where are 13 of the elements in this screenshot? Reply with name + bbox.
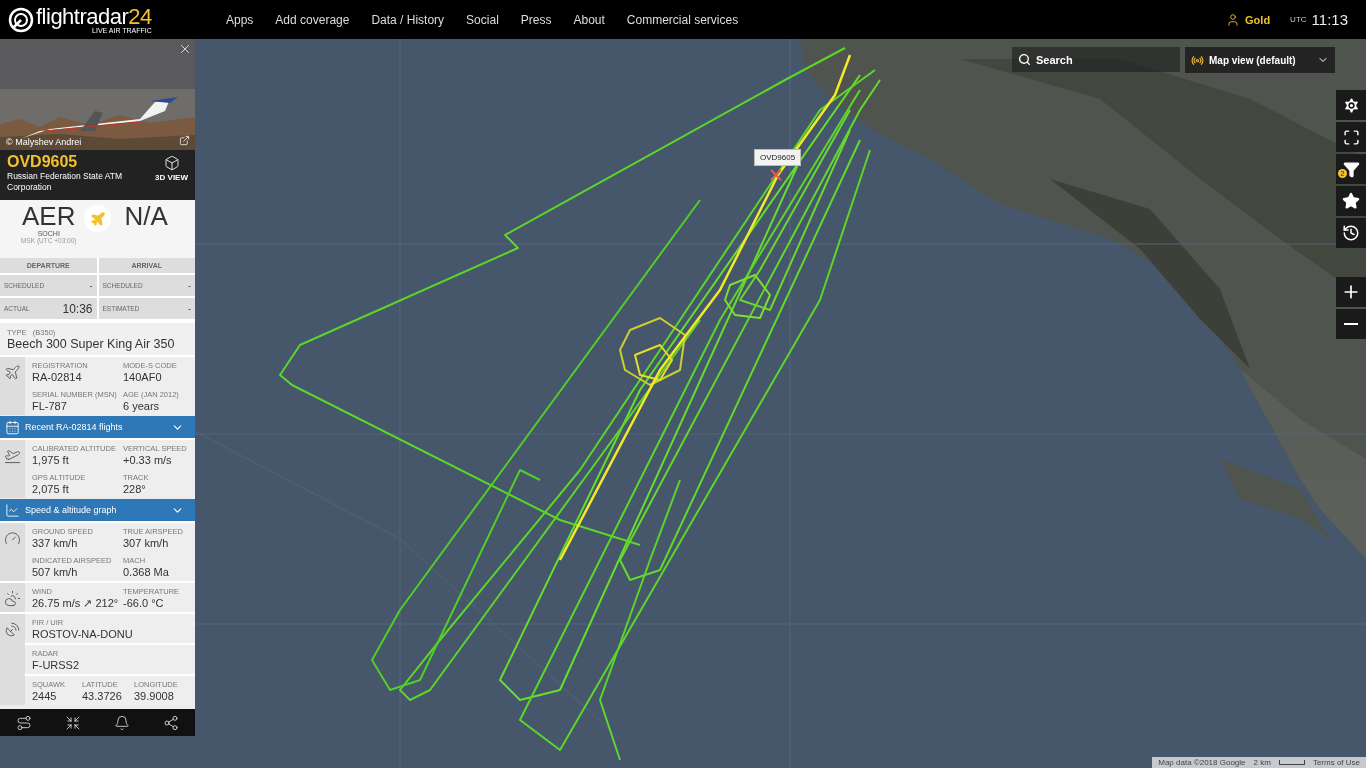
nav-link[interactable]: Social: [455, 12, 510, 27]
nav-link[interactable]: Add coverage: [264, 12, 361, 27]
account-link[interactable]: Gold: [1226, 12, 1271, 27]
logo-text[interactable]: flightradar24: [36, 5, 152, 28]
radar-logo-icon: [8, 6, 34, 33]
nav-link[interactable]: Data / History: [360, 12, 456, 27]
nav-link[interactable]: Commercial services: [615, 12, 750, 27]
clock: 11:13: [1311, 11, 1348, 28]
nav-link[interactable]: Apps: [215, 12, 265, 27]
nav-link[interactable]: About: [562, 12, 616, 27]
clock-zone: UTC: [1290, 15, 1307, 24]
user-icon: [1226, 12, 1241, 27]
nav-link[interactable]: Press: [509, 12, 563, 27]
